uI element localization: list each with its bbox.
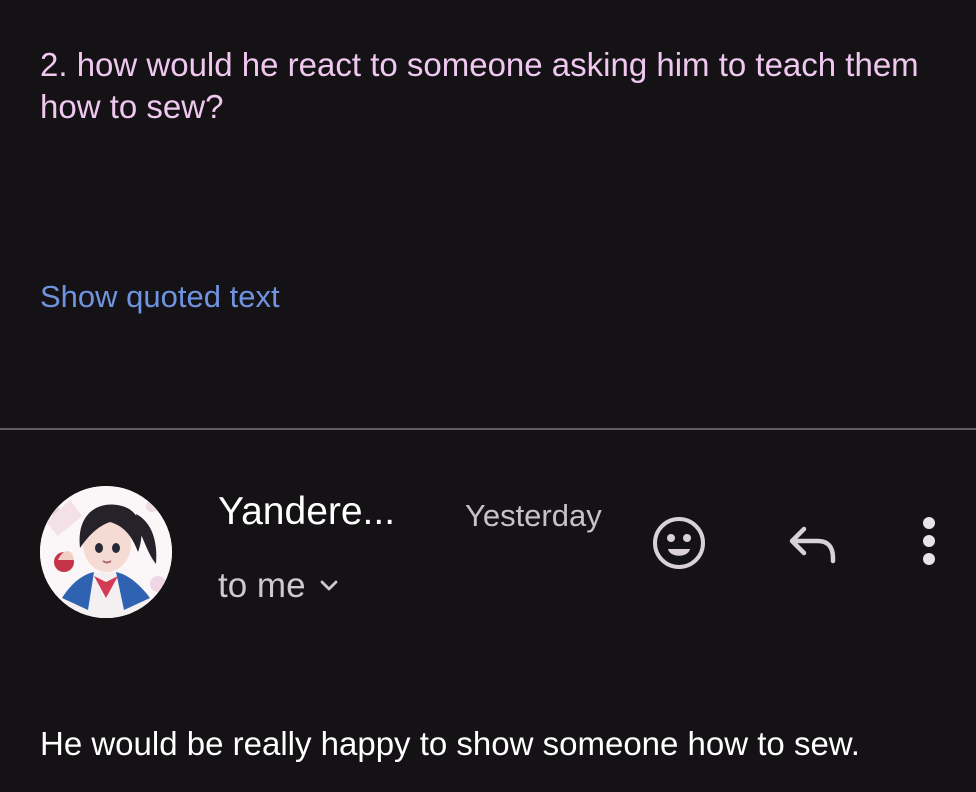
recipient-details-toggle[interactable]: to me bbox=[218, 566, 338, 606]
avatar[interactable] bbox=[40, 486, 172, 618]
message-body: He would be really happy to show someone… bbox=[40, 725, 860, 762]
show-quoted-text-link[interactable]: Show quoted text bbox=[40, 278, 280, 316]
message-divider bbox=[0, 428, 976, 430]
more-vert-icon bbox=[923, 517, 935, 565]
message-timestamp: Yesterday bbox=[465, 498, 602, 533]
reply-button[interactable] bbox=[784, 514, 842, 572]
quoted-question: 2. how would he react to someone asking … bbox=[40, 46, 919, 125]
recipient-label: to me bbox=[218, 566, 306, 605]
chevron-down-icon bbox=[320, 580, 337, 591]
add-reaction-button[interactable] bbox=[650, 514, 708, 572]
avatar-illustration bbox=[40, 486, 172, 618]
more-options-button[interactable] bbox=[900, 514, 958, 572]
reply-icon bbox=[789, 526, 836, 564]
sender-name[interactable]: Yandere... bbox=[218, 490, 395, 534]
emoji-icon bbox=[653, 517, 705, 569]
